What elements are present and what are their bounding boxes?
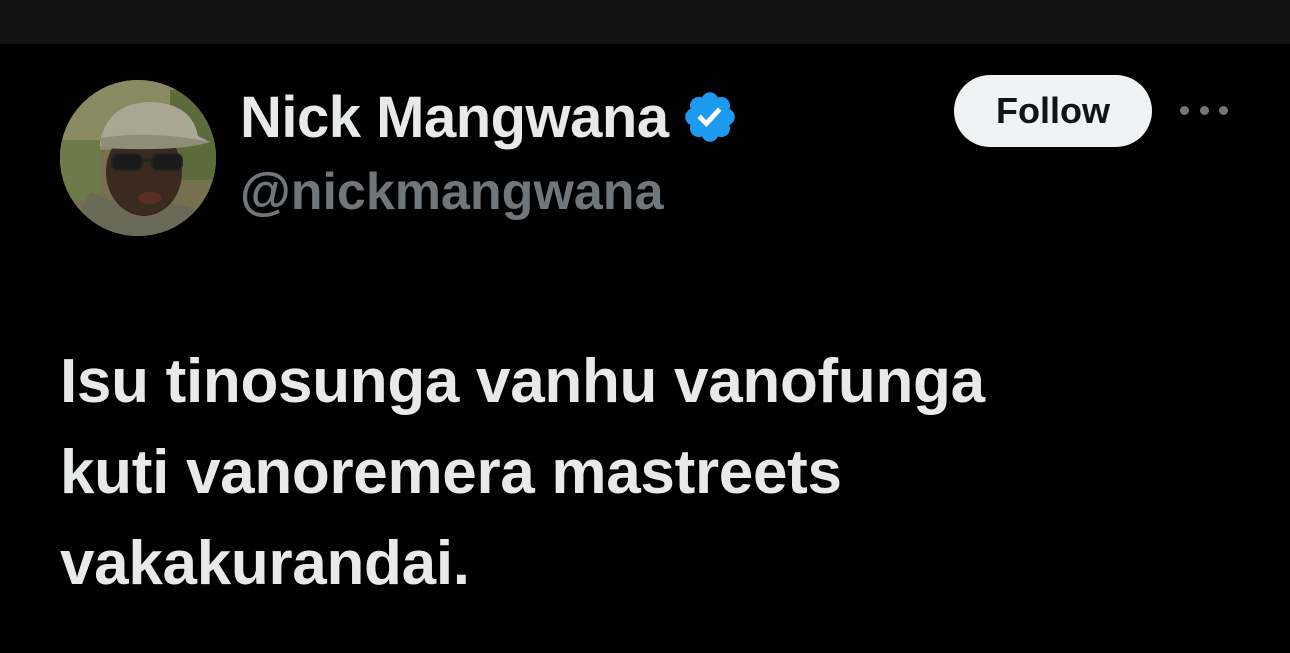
more-dot — [1180, 105, 1189, 115]
author-name-row: Nick Mangwana — [240, 82, 739, 152]
follow-button[interactable]: Follow — [954, 75, 1152, 147]
more-dot — [1219, 105, 1228, 115]
more-dot — [1199, 105, 1209, 115]
author-handle[interactable]: @nickmangwana — [240, 162, 664, 222]
top-status-bar — [0, 0, 1290, 44]
author-display-name[interactable]: Nick Mangwana — [240, 84, 669, 151]
more-options-icon[interactable] — [1180, 94, 1228, 126]
verified-badge-icon[interactable] — [681, 88, 739, 146]
tweet-card: Nick Mangwana @nickmangwana Follow Isu t… — [0, 44, 1290, 653]
tweet-text: Isu tinosunga vanhu vanofunga kuti vanor… — [60, 347, 985, 598]
avatar[interactable] — [60, 80, 216, 236]
avatar-photo — [60, 80, 216, 236]
